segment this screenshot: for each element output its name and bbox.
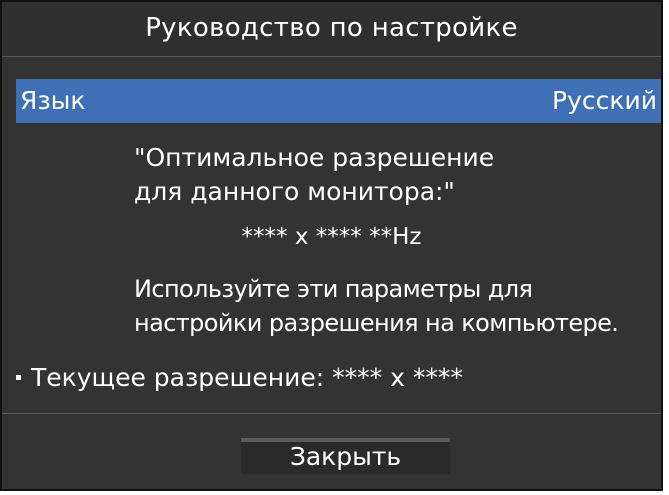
language-label: Язык — [20, 86, 86, 115]
current-resolution-text: Текущее разрешение: **** x **** — [31, 363, 463, 392]
close-button[interactable]: Закрыть — [241, 438, 450, 474]
optimal-resolution-info: "Оптимальное разрешение для данного мони… — [134, 141, 654, 209]
current-resolution-row: Текущее разрешение: **** x **** — [16, 361, 656, 395]
setup-guide-dialog: Руководство по настройке Язык Русский "О… — [0, 0, 663, 491]
optimal-resolution-value: **** x **** **Hz — [241, 224, 422, 250]
optimal-resolution-heading: "Оптимальное разрешение для данного мони… — [134, 143, 495, 206]
dialog-title: Руководство по настройке — [2, 2, 661, 56]
language-value: Русский — [552, 86, 657, 115]
resolution-advice-text: Используйте эти параметры для настройки … — [134, 275, 619, 337]
bullet-icon — [16, 374, 21, 380]
language-setting-row[interactable]: Язык Русский — [16, 79, 661, 123]
bottom-divider — [2, 413, 661, 414]
title-divider — [2, 56, 661, 57]
